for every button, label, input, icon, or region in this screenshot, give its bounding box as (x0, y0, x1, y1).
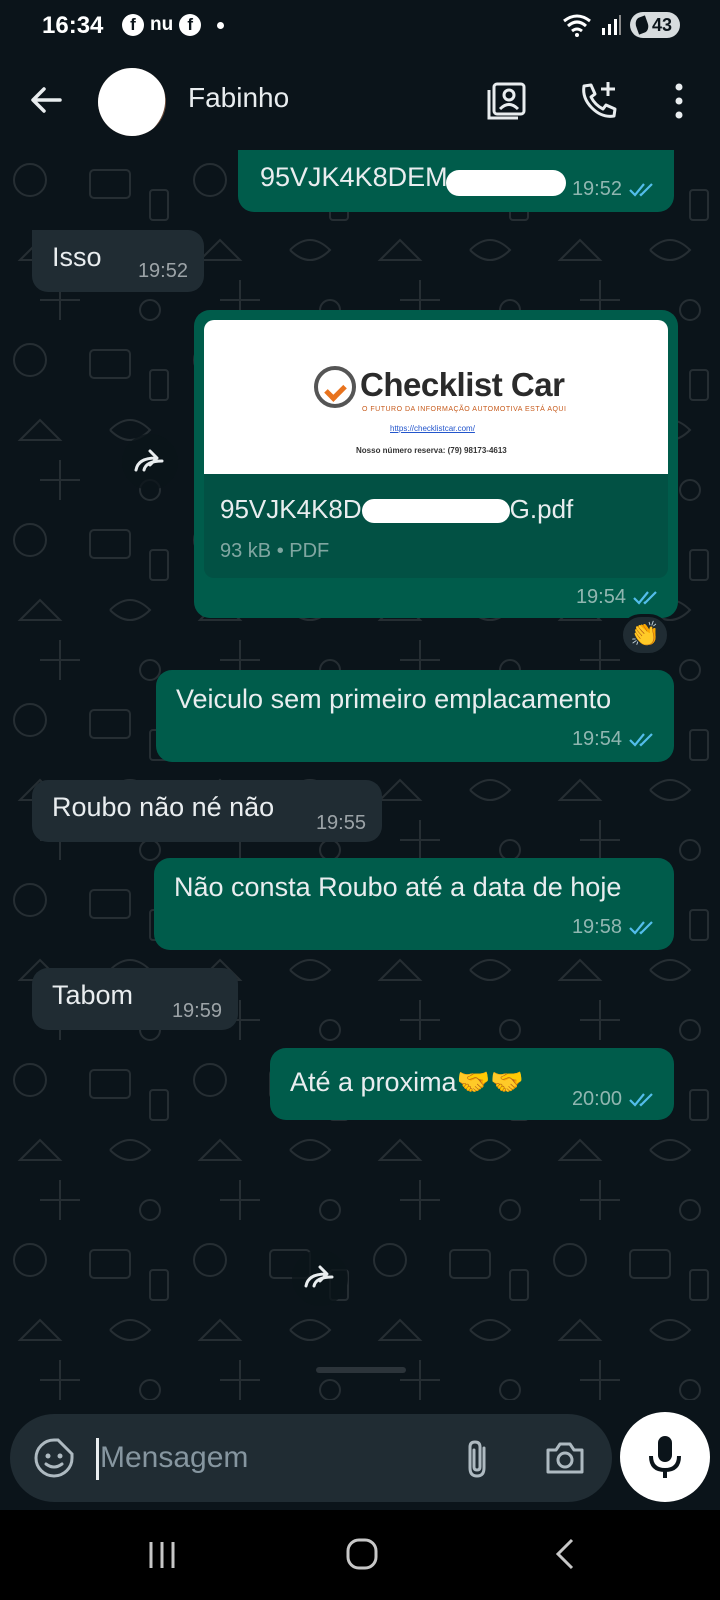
forward-button[interactable] (292, 1250, 348, 1306)
signal-icon (601, 15, 621, 35)
forward-icon (134, 449, 164, 472)
message-composer (10, 1414, 612, 1502)
contact-name[interactable]: Fabinho (188, 82, 289, 114)
message-meta: 19:54 (572, 728, 658, 751)
message-text: Isso (52, 242, 102, 272)
contact-card-icon[interactable] (484, 78, 530, 124)
message-time: 19:52 (137, 260, 188, 282)
preview-tagline: O FUTURO DA INFORMAÇÃO AUTOMOTIVA ESTÁ A… (362, 406, 567, 413)
document-file-name: 95VJK4K8D G.pdf (220, 494, 573, 525)
chat-header: Fabinho (0, 52, 720, 150)
redaction-mark (446, 170, 566, 196)
message-time: 19:59 (171, 1000, 222, 1022)
redaction-mark (361, 499, 510, 524)
back-icon[interactable] (550, 1536, 580, 1572)
read-ticks-icon (629, 732, 653, 747)
message-meta: 19:54 (576, 586, 662, 609)
more-notifications-dot (217, 21, 225, 29)
add-call-icon[interactable] (576, 78, 622, 124)
message-meta: 19:59 (172, 1000, 222, 1023)
more-vertical-icon[interactable] (656, 78, 702, 124)
forward-button[interactable] (122, 434, 178, 490)
message-bubble-incoming[interactable]: Tabom 19:59 (32, 968, 238, 1030)
message-bubble-outgoing[interactable]: 95VJK4K8DEM 19:52 (238, 150, 674, 212)
message-meta: 19:55 (316, 812, 366, 835)
home-icon[interactable] (344, 1536, 380, 1572)
message-text: Não consta Roubo até a data de hoje (174, 872, 622, 902)
message-bubble-incoming[interactable]: Roubo não né não 19:55 (32, 780, 382, 842)
read-ticks-icon (629, 920, 653, 935)
file-name-suffix: G.pdf (509, 494, 574, 524)
document-message-bubble[interactable]: Checklist Car O FUTURO DA INFORMAÇÃO AUT… (194, 310, 678, 618)
message-text: Veiculo sem primeiro emplacamento (176, 684, 612, 714)
message-bubble-outgoing[interactable]: Até a proxima🤝🤝 20:00 (270, 1048, 674, 1120)
message-time: 19:54 (575, 586, 626, 608)
paperclip-icon[interactable] (460, 1438, 496, 1480)
document-preview[interactable]: Checklist Car O FUTURO DA INFORMAÇÃO AUT… (204, 320, 668, 474)
avatar[interactable] (98, 68, 166, 136)
message-meta: 19:58 (572, 916, 658, 939)
message-bubble-outgoing[interactable]: Veiculo sem primeiro emplacamento 19:54 (156, 670, 674, 762)
message-time: 19:54 (571, 728, 622, 750)
preview-phone: Nosso número reserva: (79) 98173-4613 (356, 446, 507, 455)
system-icons: 43 (562, 12, 680, 38)
read-ticks-icon (633, 590, 657, 605)
nubank-icon: nu (150, 14, 174, 35)
text-cursor (96, 1438, 99, 1480)
reaction-badge[interactable]: 👏 (620, 614, 670, 656)
message-meta: 19:52 (138, 260, 188, 283)
battery-indicator: 43 (629, 12, 680, 38)
message-time: 19:58 (571, 916, 622, 938)
facebook-icon: f (179, 14, 202, 36)
message-meta: 19:52 (572, 178, 658, 201)
message-bubble-incoming[interactable]: Isso 19:52 (32, 230, 204, 292)
chat-area[interactable]: 95VJK4K8DEM 19:52 Isso 19:52 Checklist C… (0, 150, 720, 1400)
wifi-icon (563, 14, 591, 37)
message-time: 20:00 (571, 1088, 622, 1110)
sticker-emoji-icon[interactable] (32, 1436, 76, 1480)
facebook-icon: f (122, 14, 144, 36)
message-text: Tabom (52, 980, 134, 1010)
message-meta: 20:00 (572, 1088, 658, 1111)
file-name-prefix: 95VJK4K8D (220, 494, 362, 524)
message-input[interactable] (100, 1430, 430, 1486)
message-bubble-outgoing[interactable]: Não consta Roubo até a data de hoje 19:5… (154, 858, 674, 950)
camera-icon[interactable] (544, 1438, 586, 1478)
preview-brand: Checklist Car (360, 366, 565, 403)
system-navigation-bar (0, 1510, 720, 1600)
notification-icons: f nu f (122, 14, 225, 36)
read-ticks-icon (629, 1092, 653, 1107)
message-time: 19:52 (571, 178, 622, 200)
preview-url: https://checklistcar.com/ (390, 424, 475, 433)
checklist-logo-icon (314, 366, 356, 408)
back-arrow-icon[interactable] (26, 80, 66, 120)
message-text: Até a proxima🤝🤝 (290, 1067, 524, 1097)
recent-apps-icon[interactable] (145, 1538, 179, 1572)
forward-icon (304, 1265, 334, 1288)
message-text: Roubo não né não (52, 792, 275, 822)
voice-record-button[interactable] (620, 1412, 710, 1502)
document-info[interactable]: 95VJK4K8D G.pdf 93 kB • PDF (204, 474, 668, 578)
scroll-indicator (316, 1367, 406, 1373)
status-bar: 16:34 f nu f 43 (0, 0, 720, 52)
document-meta: 93 kB • PDF (220, 540, 330, 562)
microphone-icon (649, 1436, 681, 1478)
status-time: 16:34 (42, 12, 104, 39)
message-time: 19:55 (315, 812, 366, 834)
read-ticks-icon (629, 182, 653, 197)
message-text: 95VJK4K8DEM (260, 162, 448, 192)
